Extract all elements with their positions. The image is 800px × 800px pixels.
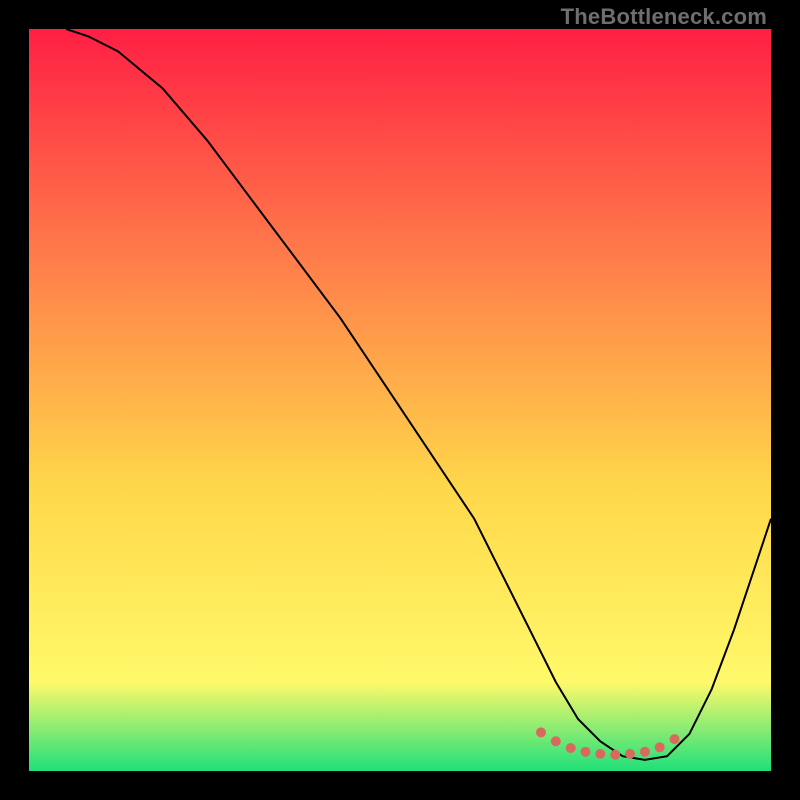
optimal-marker [610,750,620,760]
optimal-marker [640,747,650,757]
optimal-marker [536,727,546,737]
optimal-marker [551,736,561,746]
optimal-marker [595,749,605,759]
optimal-marker [566,743,576,753]
chart-svg [29,29,771,771]
gradient-background [29,29,771,771]
optimal-marker [655,742,665,752]
optimal-marker [670,734,680,744]
chart-frame [29,29,771,771]
optimal-marker [625,749,635,759]
watermark-text: TheBottleneck.com [561,4,767,30]
optimal-marker [581,747,591,757]
